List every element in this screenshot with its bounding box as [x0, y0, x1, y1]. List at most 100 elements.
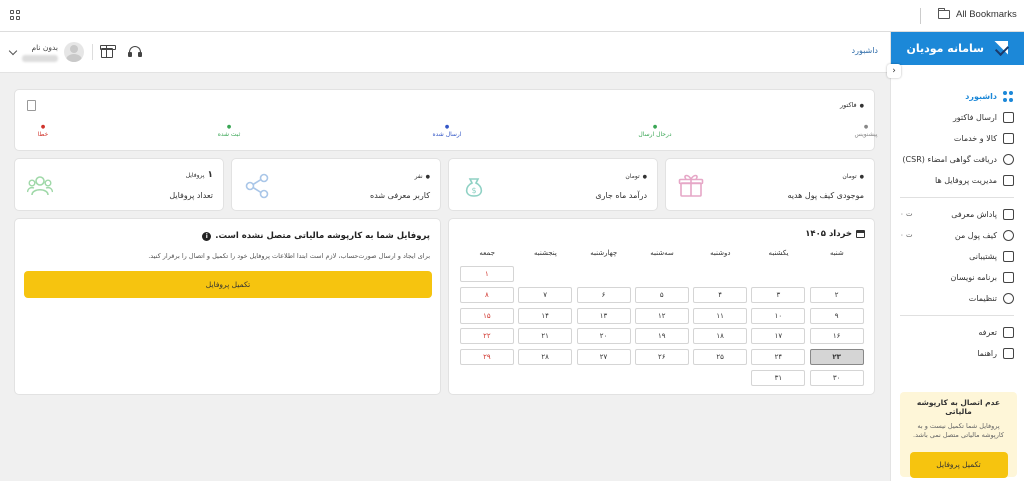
support-headset-icon[interactable] — [128, 46, 142, 58]
calendar-day[interactable]: ۱۶ — [809, 328, 864, 345]
calendar-day[interactable]: ۳۰ — [809, 370, 864, 386]
sidebar-item-3[interactable]: دریافت گواهی امضاء (CSR) — [890, 149, 1024, 170]
calendar-day[interactable]: ۱۹ — [634, 328, 689, 345]
complete-profile-button[interactable]: تکمیل پروفایل — [909, 452, 1008, 478]
users-icon — [27, 176, 53, 196]
calendar-day[interactable]: ۲۰ — [576, 328, 631, 345]
calendar-day[interactable]: ۵ — [634, 286, 689, 303]
sidebar-item-10[interactable]: تعرفه — [890, 322, 1024, 343]
calendar-day[interactable]: ۶ — [576, 286, 631, 303]
invoice-status-1[interactable]: ● درحال ارسال — [625, 123, 685, 138]
calendar-day[interactable]: ۲۸ — [518, 349, 573, 366]
folder-icon — [938, 8, 950, 19]
divider — [920, 8, 921, 24]
user-name-block: بدون نام — [22, 43, 58, 62]
calendar-day[interactable]: ۱۸ — [693, 328, 748, 345]
calendar-day[interactable]: ۸ — [459, 286, 514, 303]
sidebar-item-label: تنظیمات — [968, 294, 997, 303]
sidebar-item-5[interactable]: ۰ ت پاداش معرفی — [890, 204, 1024, 225]
weekday-label: شنبه — [829, 249, 844, 257]
calendar-day[interactable]: ۲۷ — [576, 349, 631, 366]
calendar-day[interactable]: ۱۷ — [751, 328, 806, 345]
document-icon[interactable] — [27, 100, 36, 111]
gift-icon[interactable] — [100, 45, 116, 58]
profile-notice-heading: پروفایل شما به کارپوشه مالیاتی متصل نشده… — [202, 231, 430, 241]
sidebar-item-2[interactable]: کالا و خدمات — [890, 128, 1024, 149]
weekday-label: یکشنبه — [768, 249, 789, 257]
calendar-day[interactable]: ۲۱ — [518, 328, 573, 345]
sidebar-item-4[interactable]: مدیریت پروفایل ها — [890, 170, 1024, 191]
status-label: خطا — [37, 131, 49, 138]
help-icon — [1003, 348, 1014, 359]
basket-icon — [1003, 133, 1014, 144]
share-icon — [245, 173, 269, 199]
user-menu[interactable]: بدون نام — [8, 40, 142, 64]
sidebar-item-8[interactable]: برنامه نویسان — [890, 267, 1024, 288]
weekday-header: شنبه یکشنبه دوشنبه سه‌شنبه چهارشنبه پنجشنبه جم… — [458, 249, 866, 257]
complete-profile-button[interactable]: تکمیل پروفایل — [24, 271, 432, 298]
calendar-day[interactable]: ۱ — [459, 266, 514, 282]
profiles-count-card: ۱پروفایل تعداد پروفایل — [14, 158, 224, 211]
status-label: درحال ارسال — [638, 131, 672, 138]
calendar-day[interactable]: ۱۱ — [693, 307, 748, 324]
gift-icon — [678, 174, 704, 197]
sidebar-item-9[interactable]: تنظیمات — [890, 288, 1024, 309]
sidebar-item-balance: ۰ ت — [900, 231, 913, 239]
chevron-down-icon[interactable] — [8, 46, 18, 55]
calendar-day[interactable]: ۷ — [518, 286, 573, 303]
status-label: ارسال شده — [432, 131, 462, 138]
calendar-day[interactable]: ۱۴ — [518, 307, 573, 324]
calendar-day[interactable]: ۱۲ — [634, 307, 689, 324]
divider — [900, 197, 1014, 198]
apps-grid-icon[interactable] — [10, 10, 20, 20]
invoice-card-title: فاکتور — [840, 101, 864, 109]
svg-text:$: $ — [471, 186, 476, 195]
sidebar-item-0[interactable]: داشبورد — [890, 86, 1024, 107]
unit-label: تومان — [842, 173, 864, 180]
status-dot: ● — [444, 124, 450, 130]
all-bookmarks-label: All Bookmarks — [956, 9, 1017, 20]
calendar-day[interactable]: ۱۰ — [751, 307, 806, 324]
calendar-card: خرداد ۱۴۰۵ شنبه یکشنبه دوشنبه سه‌شنبه چهارشن… — [448, 218, 875, 395]
invoice-status-card: فاکتور ●پیشنویس●درحال ارسال●ارسال شده●ثب… — [13, 89, 878, 151]
invoice-status-0[interactable]: ● پیشنویس — [836, 123, 896, 138]
sidebar-item-6[interactable]: ۰ ت کیف پول من — [890, 225, 1024, 246]
invoice-status-3[interactable]: ● ثبت شده — [199, 123, 259, 138]
calendar-day[interactable]: ۱۵ — [459, 307, 514, 324]
sidebar-item-label: کیف پول من — [954, 231, 997, 240]
calendar-day[interactable]: ۳۱ — [751, 370, 806, 386]
calendar-day[interactable]: ۲۹ — [459, 349, 514, 366]
promo-card: عدم اتصال به کارپوشه مالیاتی پروفایل شما… — [900, 392, 1017, 478]
invoice-status-2[interactable]: ● ارسال شده — [417, 123, 477, 138]
monthly-income-card: تومان درآمد ماه جاری $ — [448, 158, 658, 211]
breadcrumb[interactable]: داشبورد — [852, 46, 878, 55]
calendar-heading: خرداد ۱۴۰۵ — [805, 229, 865, 239]
logo-icon — [992, 39, 1012, 59]
sidebar-item-label: مدیریت پروفایل ها — [935, 176, 997, 185]
all-bookmarks-button[interactable]: All Bookmarks — [938, 8, 1017, 20]
info-icon: i — [202, 231, 212, 241]
sidebar-collapse-chevron-icon[interactable]: › — [887, 64, 901, 78]
calendar-day[interactable]: ۲۲ — [459, 328, 514, 345]
invoice-status-4[interactable]: ● خطا — [13, 123, 73, 138]
calendar-day[interactable]: ۲۳ — [809, 349, 864, 366]
sidebar-item-11[interactable]: راهنما — [890, 343, 1024, 364]
calendar-day[interactable]: ۹ — [809, 307, 864, 324]
profile-notice-card: پروفایل شما به کارپوشه مالیاتی متصل نشده… — [14, 218, 441, 395]
avatar[interactable] — [64, 42, 84, 62]
referral-label: کاربر معرفی شده — [370, 191, 430, 200]
calendar-day[interactable]: ۳ — [751, 286, 806, 303]
calendar-day[interactable]: ۱۳ — [576, 307, 631, 324]
sidebar-item-7[interactable]: پشتیبانی — [890, 246, 1024, 267]
weekday-label: پنجشنبه — [534, 249, 557, 257]
sidebar-item-label: داشبورد — [965, 92, 997, 101]
calendar-day[interactable]: ۲ — [809, 286, 864, 303]
chat-icon — [1003, 251, 1014, 262]
sidebar-item-label: راهنما — [977, 349, 997, 358]
calendar-day[interactable]: ۲۶ — [634, 349, 689, 366]
sidebar-item-1[interactable]: ارسال فاکتور — [890, 107, 1024, 128]
calendar-day[interactable]: ۴ — [693, 286, 748, 303]
calendar-day[interactable]: ۲۵ — [693, 349, 748, 366]
calendar-day[interactable]: ۲۴ — [751, 349, 806, 366]
gift-wallet-label: موجودی کیف پول هدیه — [787, 191, 864, 200]
